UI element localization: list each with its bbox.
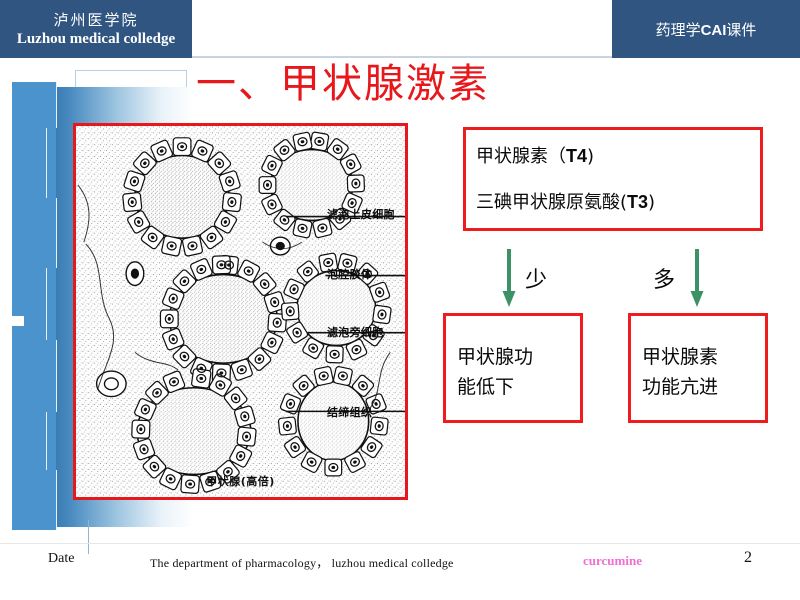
- hormone-t3-line: 三碘甲状腺原氨酸(T3): [476, 188, 655, 214]
- header-underline: [192, 56, 612, 58]
- decoration-step-5: [12, 340, 57, 412]
- histology-image: [76, 126, 405, 497]
- decoration-step-1: [12, 82, 57, 128]
- figure-caption: 甲状腺(高倍): [206, 475, 275, 488]
- institution-name-en: Luzhou medical colledge: [16, 30, 176, 47]
- hormone-t4-line: 甲状腺素（T4): [476, 142, 594, 168]
- decoration-notch: [12, 316, 24, 326]
- outcome-box-hypothyroid: 甲状腺功 能低下: [443, 313, 583, 423]
- institution-banner: 泸州医学院 Luzhou medical colledge: [0, 0, 192, 58]
- decoration-step-3: [12, 198, 57, 268]
- decoration-outline-top: [75, 70, 187, 71]
- footer-page-number: 2: [744, 549, 752, 566]
- footer-divider: [0, 543, 800, 544]
- hormone-t3-tail: ): [648, 192, 656, 213]
- slide-title: 一、甲状腺激素: [196, 61, 490, 106]
- down-arrow-increase-icon: [690, 249, 704, 307]
- decoration-vertical-divider: [88, 520, 89, 554]
- footer-author: curcumine: [583, 553, 642, 568]
- decoration-step-4: [12, 268, 47, 340]
- outcome-text-hyperthyroid: 甲状腺素 功能亢进: [642, 346, 719, 398]
- thyroid-follicle-drawing: [76, 126, 405, 497]
- institution-name-cn: 泸州医学院: [53, 13, 139, 29]
- outcome-box-hyperthyroid: 甲状腺素 功能亢进: [628, 313, 768, 423]
- decoration-step-7: [12, 470, 57, 530]
- course-badge-text: 药理学CAI课件: [656, 19, 757, 40]
- hormone-names-box: 甲状腺素（T4) 三碘甲状腺原氨酸(T3): [463, 127, 763, 231]
- hormone-t3-code: T3: [627, 192, 649, 212]
- figure-label-colloid: 泡腔胶体: [327, 268, 373, 281]
- figure-label-parafollicular-cell: 滤泡旁细胞: [327, 326, 384, 339]
- footer-date: Date: [48, 551, 75, 566]
- figure-label-follicular-epithelium: 滤泡上皮细胞: [327, 208, 395, 221]
- course-badge-suffix: 课件: [726, 22, 757, 39]
- course-badge-acronym: CAI: [700, 21, 727, 39]
- course-banner: 药理学CAI课件: [612, 0, 800, 58]
- outcome-text-hypothyroid: 甲状腺功 能低下: [457, 346, 534, 398]
- hormone-t3-cn: 三碘甲状腺原氨酸(: [476, 192, 628, 213]
- slide-root: 泸州医学院 Luzhou medical colledge 药理学CAI课件 一…: [0, 0, 800, 600]
- arrow-label-increase: 多: [653, 268, 676, 293]
- hormone-t4-tail: ): [587, 146, 595, 167]
- hormone-t4-cn: 甲状腺素（: [476, 146, 566, 167]
- down-arrow-decrease-icon: [502, 249, 516, 307]
- arrow-label-decrease: 少: [525, 268, 548, 293]
- figure-label-connective-tissue: 结缔组织: [327, 406, 373, 419]
- decoration-step-2: [12, 128, 47, 198]
- histology-figure: 甲状腺(高倍): [73, 123, 408, 500]
- hormone-t4-code: T4: [566, 146, 588, 166]
- footer-department-text: The department of pharmacology， luzhou m…: [150, 556, 454, 570]
- course-badge-prefix: 药理学: [655, 22, 701, 39]
- decoration-step-6: [12, 412, 47, 470]
